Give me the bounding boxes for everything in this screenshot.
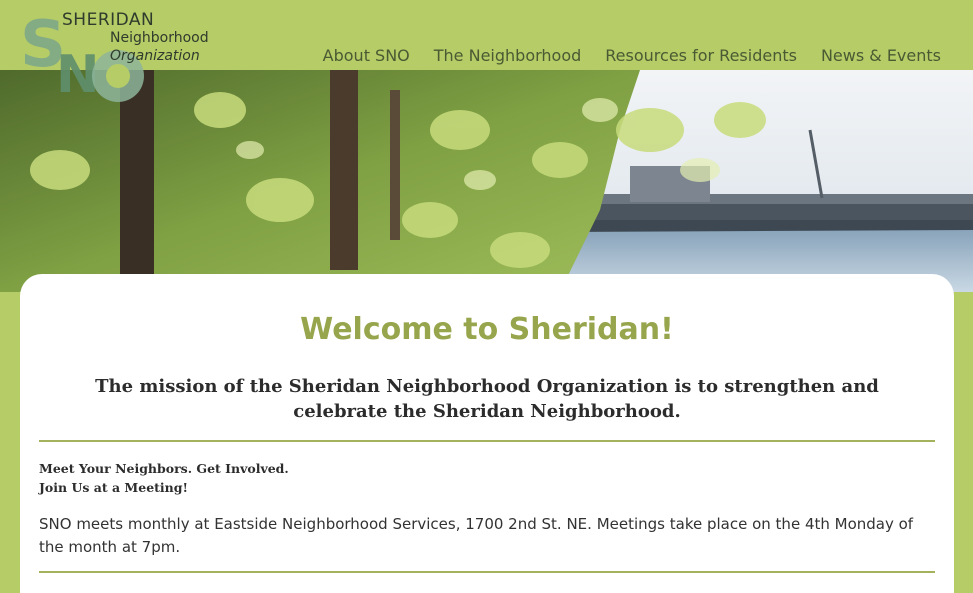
welcome-card: Welcome to Sheridan! The mission of the … bbox=[20, 274, 954, 593]
logo-neighborhood-text: Neighborhood bbox=[110, 30, 209, 46]
divider bbox=[39, 440, 935, 442]
nav-the-neighborhood[interactable]: The Neighborhood bbox=[434, 46, 582, 65]
main-nav: About SNO The Neighborhood Resources for… bbox=[323, 46, 941, 65]
nav-news-events[interactable]: News & Events bbox=[821, 46, 941, 65]
logo-sheridan-text: SHERIDAN bbox=[62, 10, 155, 30]
subheading-join-meeting: Join Us at a Meeting! bbox=[39, 480, 188, 495]
nav-about-sno[interactable]: About SNO bbox=[323, 46, 410, 65]
logo-organization-text: Organization bbox=[110, 48, 200, 64]
nav-resources-for-residents[interactable]: Resources for Residents bbox=[605, 46, 797, 65]
divider bbox=[39, 571, 935, 573]
site-header: S N SHERIDAN Neighborhood Organization A… bbox=[0, 0, 973, 104]
page-title: Welcome to Sheridan! bbox=[300, 312, 674, 347]
sno-logo[interactable]: S N SHERIDAN Neighborhood Organization bbox=[18, 4, 218, 104]
meeting-info-text: SNO meets monthly at Eastside Neighborho… bbox=[39, 515, 914, 556]
subheading-meet-neighbors: Meet Your Neighbors. Get Involved. bbox=[39, 461, 289, 476]
mission-statement: The mission of the Sheridan Neighborhood… bbox=[95, 376, 879, 422]
